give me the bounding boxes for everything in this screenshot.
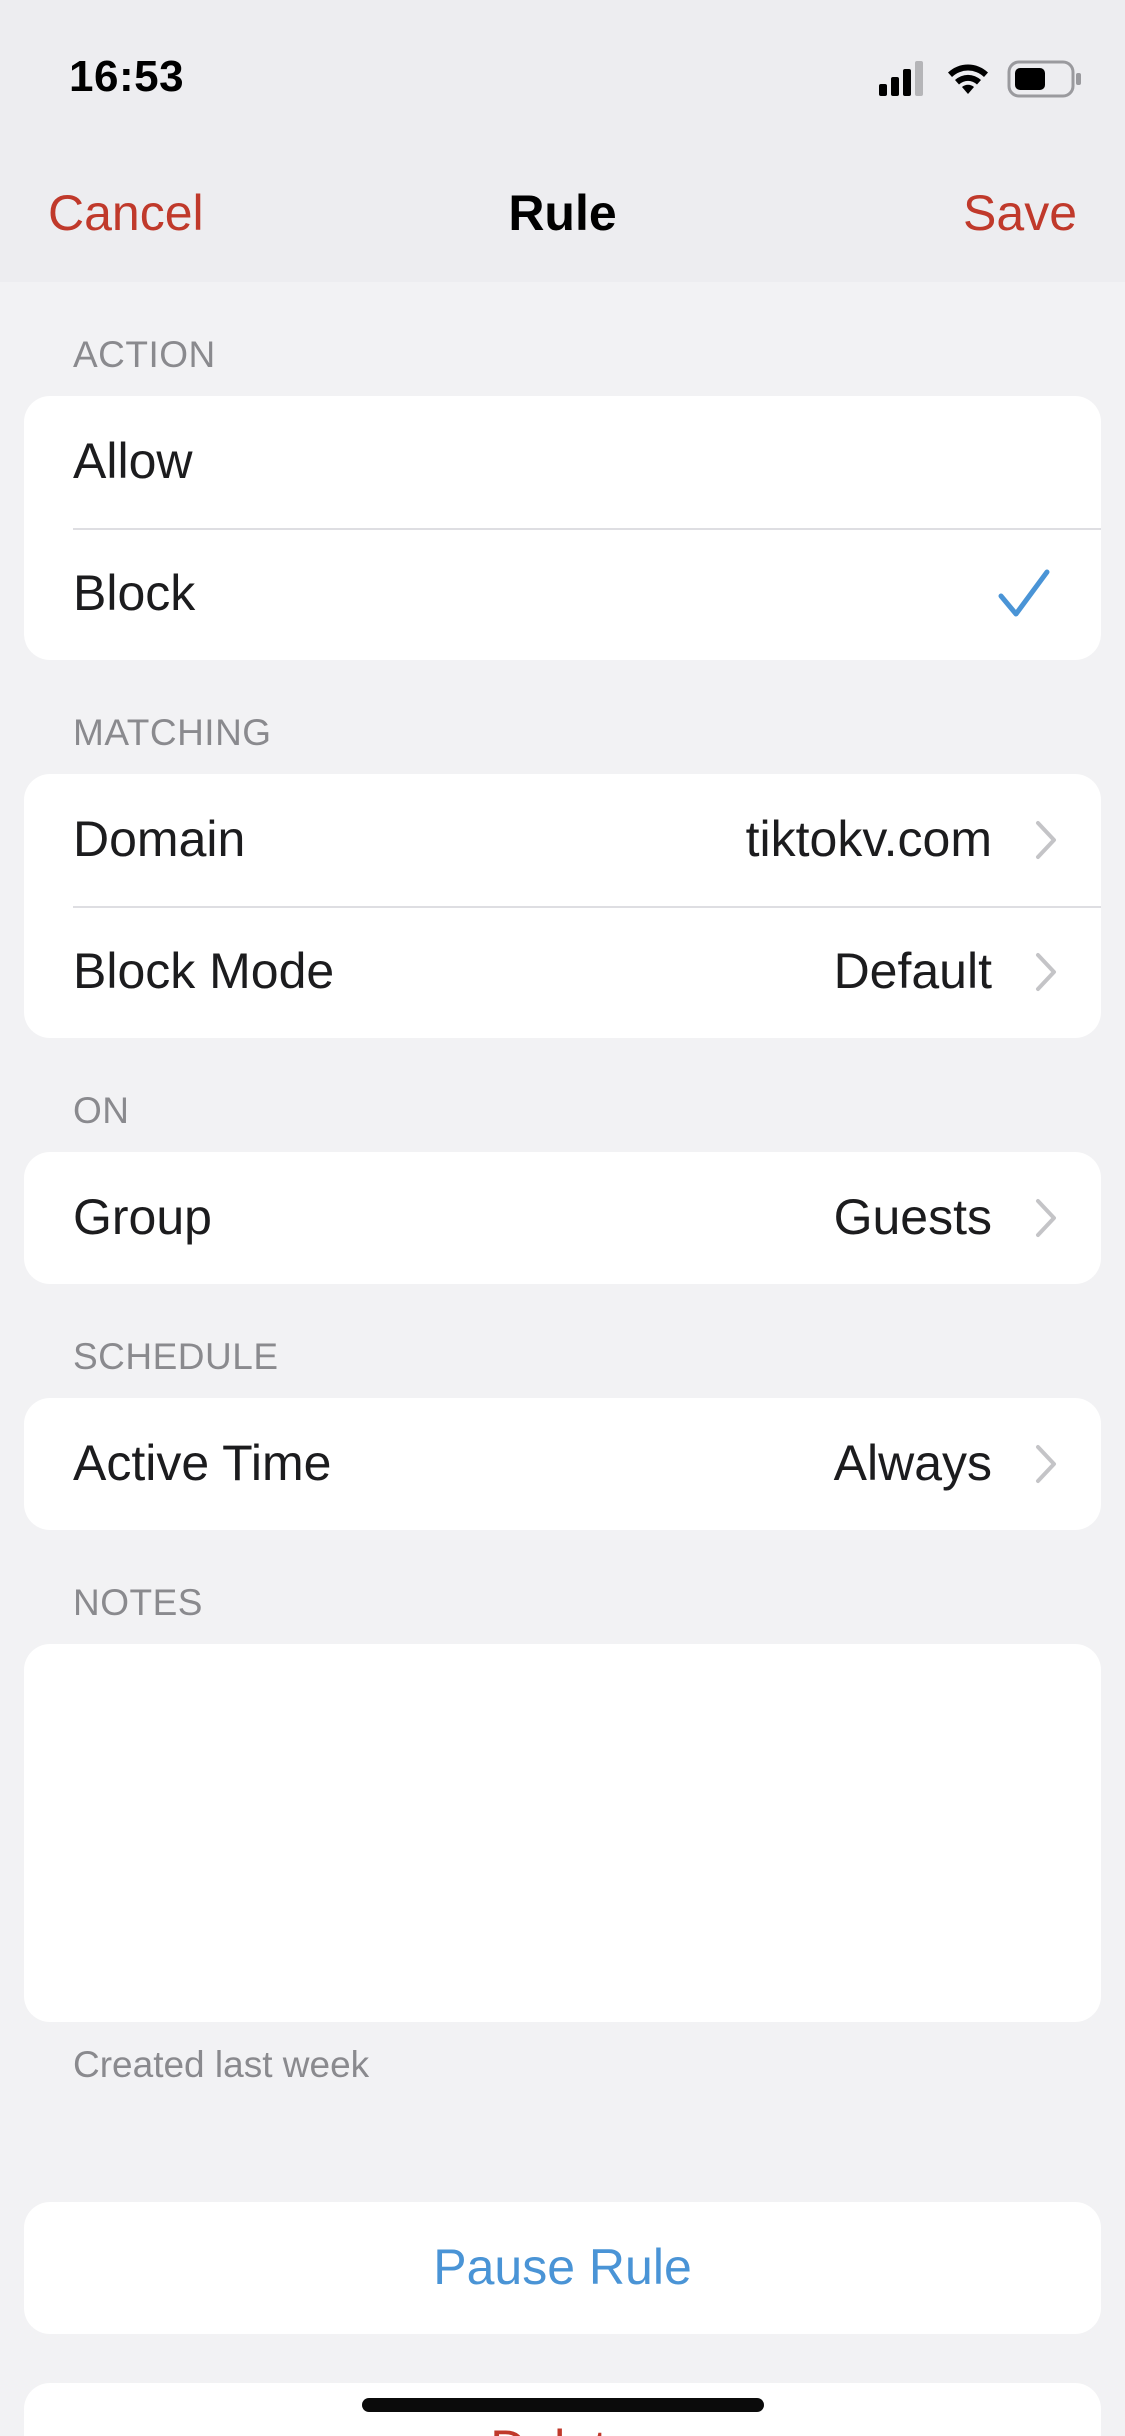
chevron-right-icon — [1036, 953, 1056, 991]
group-row[interactable]: Group Guests — [24, 1152, 1101, 1284]
section-header-notes: NOTES — [73, 1582, 203, 1623]
domain-row[interactable]: Domain tiktokv.com — [24, 774, 1101, 906]
wifi-icon — [948, 64, 988, 94]
active-time-row[interactable]: Active Time Always — [24, 1398, 1101, 1530]
matching-group: Domain tiktokv.com Block Mode Default — [24, 774, 1101, 1038]
domain-value: tiktokv.com — [745, 811, 992, 867]
navigation-bar: Cancel Rule Save — [0, 150, 1125, 282]
active-time-value: Always — [833, 1435, 992, 1491]
option-label: Block — [73, 565, 196, 621]
chevron-right-icon — [1036, 1199, 1056, 1237]
section-header-action: ACTION — [73, 334, 216, 375]
option-label: Allow — [73, 433, 193, 489]
save-button[interactable]: Save — [963, 184, 1077, 242]
section-header-matching: MATCHING — [73, 712, 272, 753]
pause-rule-label: Pause Rule — [433, 2239, 692, 2295]
row-label: Active Time — [73, 1435, 332, 1491]
home-indicator — [362, 2398, 764, 2412]
block-mode-row[interactable]: Block Mode Default — [24, 906, 1101, 1038]
battery-icon — [1007, 60, 1081, 98]
notes-field[interactable] — [24, 1644, 1101, 2022]
pause-rule-button[interactable]: Pause Rule — [24, 2202, 1101, 2334]
chevron-right-icon — [1036, 1445, 1056, 1483]
status-icons — [879, 60, 1089, 100]
page-title: Rule — [508, 185, 617, 241]
chevron-right-icon — [1036, 821, 1056, 859]
created-note: Created last week — [73, 2044, 370, 2085]
group-value: Guests — [833, 1189, 992, 1245]
section-header-schedule: SCHEDULE — [73, 1336, 279, 1377]
status-time: 16:53 — [69, 52, 185, 101]
row-label: Block Mode — [73, 943, 335, 999]
action-option-allow[interactable]: Allow — [24, 396, 1101, 528]
block-mode-value: Default — [833, 943, 992, 999]
row-label: Group — [73, 1189, 212, 1245]
rule-editor-screen: 16:53 Cancel Rule Save ACTION Allow Bloc… — [0, 0, 1125, 2436]
checkmark-icon — [998, 569, 1050, 617]
schedule-group: Active Time Always — [24, 1398, 1101, 1530]
section-header-on: ON — [73, 1090, 130, 1131]
action-group: Allow Block — [24, 396, 1101, 660]
cellular-signal-icon — [879, 61, 923, 96]
on-group: Group Guests — [24, 1152, 1101, 1284]
row-label: Domain — [73, 811, 246, 867]
status-bar: 16:53 — [0, 0, 1125, 150]
action-option-block[interactable]: Block — [24, 528, 1101, 660]
delete-rule-label: Delete — [490, 2419, 635, 2436]
